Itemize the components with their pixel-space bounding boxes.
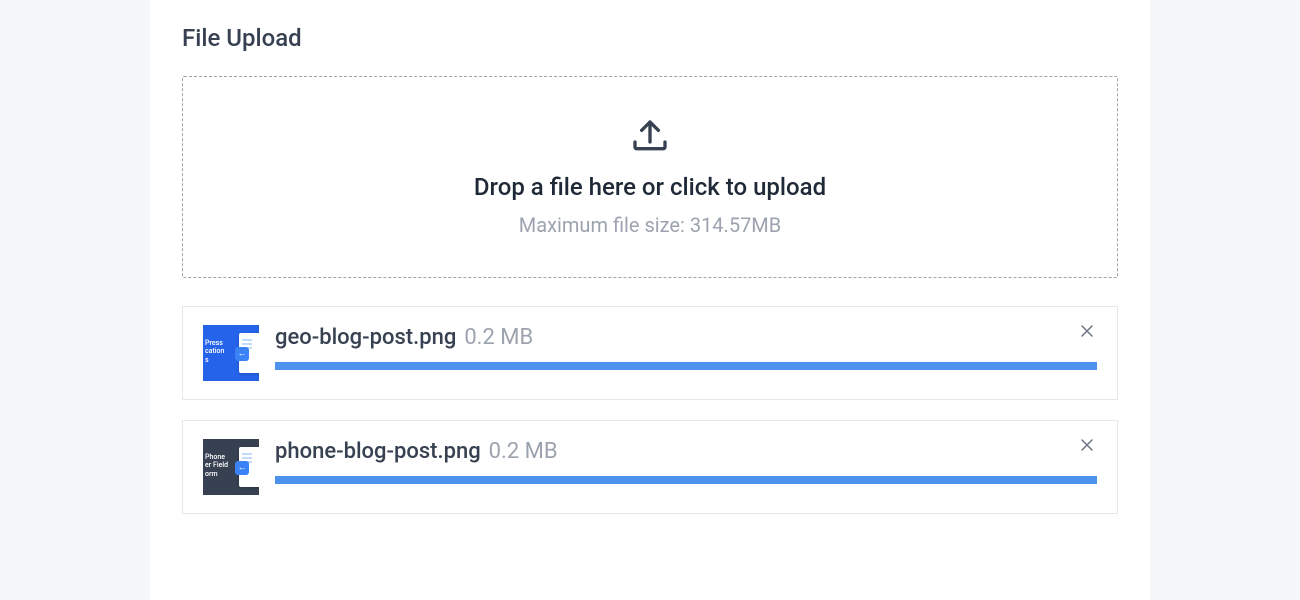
file-details: geo-blog-post.png 0.2 MB: [275, 325, 1097, 370]
file-dropzone[interactable]: Drop a file here or click to upload Maxi…: [182, 76, 1118, 278]
file-item: Presscations geo-blog-post.png 0.2 MB: [182, 306, 1118, 400]
section-title: File Upload: [182, 24, 1118, 52]
remove-file-button[interactable]: [1077, 321, 1097, 341]
file-size: 0.2 MB: [489, 439, 558, 464]
upload-icon: [630, 117, 670, 157]
close-icon: [1079, 323, 1095, 339]
progress-fill: [275, 476, 1097, 484]
file-item: Phoneer Fieldorm phone-blog-post.png 0.2…: [182, 420, 1118, 514]
file-name: phone-blog-post.png: [275, 439, 481, 464]
file-size: 0.2 MB: [464, 325, 533, 350]
dropzone-hint-text: Maximum file size: 314.57MB: [203, 213, 1097, 237]
file-name: geo-blog-post.png: [275, 325, 456, 350]
remove-file-button[interactable]: [1077, 435, 1097, 455]
thumbnail-caption: Phoneer Fieldorm: [205, 453, 228, 478]
file-thumbnail: Presscations: [203, 325, 259, 381]
close-icon: [1079, 437, 1095, 453]
progress-fill: [275, 362, 1097, 370]
thumbnail-caption: Presscations: [205, 339, 224, 364]
progress-bar: [275, 362, 1097, 370]
file-details: phone-blog-post.png 0.2 MB: [275, 439, 1097, 484]
file-thumbnail: Phoneer Fieldorm: [203, 439, 259, 495]
dropzone-primary-text: Drop a file here or click to upload: [203, 173, 1097, 201]
progress-bar: [275, 476, 1097, 484]
